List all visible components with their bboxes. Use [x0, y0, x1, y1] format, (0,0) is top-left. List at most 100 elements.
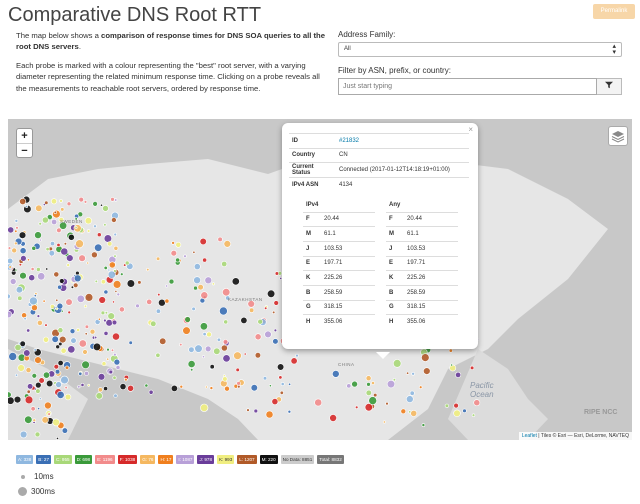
probe-marker[interactable] [200, 403, 209, 412]
probe-marker[interactable] [400, 408, 407, 415]
probe-marker[interactable] [33, 294, 37, 298]
probe-marker[interactable] [254, 352, 261, 359]
probe-marker[interactable] [20, 255, 27, 262]
probe-marker[interactable] [32, 418, 37, 423]
legend-item[interactable]: No Data: 8851 [280, 455, 315, 464]
probe-marker[interactable] [89, 328, 96, 335]
probe-marker[interactable] [193, 285, 198, 291]
probe-marker[interactable] [55, 381, 62, 388]
probe-marker[interactable] [45, 267, 49, 271]
probe-marker[interactable] [371, 381, 375, 385]
probe-marker[interactable] [150, 320, 157, 327]
legend-item[interactable]: C: 955 [54, 455, 72, 464]
probe-marker[interactable] [51, 219, 58, 226]
probe-marker[interactable] [45, 247, 50, 252]
probe-marker[interactable] [100, 279, 106, 285]
probe-marker[interactable] [250, 384, 258, 392]
probe-marker[interactable] [164, 298, 170, 304]
probe-marker[interactable] [183, 254, 187, 258]
probe-marker[interactable] [373, 393, 378, 398]
probe-marker[interactable] [114, 198, 118, 202]
probe-marker[interactable] [15, 286, 23, 294]
probe-marker[interactable] [148, 389, 154, 395]
probe-marker[interactable] [137, 280, 142, 285]
probe-marker[interactable] [144, 383, 149, 388]
probe-marker[interactable] [365, 375, 372, 382]
probe-marker[interactable] [386, 380, 396, 389]
probe-marker[interactable] [107, 268, 111, 272]
probe-marker[interactable] [116, 292, 121, 297]
probe-marker[interactable] [69, 328, 76, 334]
probe-marker[interactable] [113, 352, 117, 357]
probe-marker[interactable] [295, 353, 299, 358]
probe-marker[interactable] [64, 386, 68, 390]
probe-marker[interactable] [135, 303, 140, 309]
probe-marker[interactable] [73, 274, 82, 283]
probe-marker[interactable] [124, 377, 128, 382]
legend-item[interactable]: K: 993 [217, 455, 235, 464]
probe-marker[interactable] [182, 326, 191, 335]
probe-marker[interactable] [314, 398, 323, 407]
probe-marker[interactable] [112, 280, 122, 289]
probe-marker[interactable] [38, 221, 42, 226]
probe-marker[interactable] [192, 250, 196, 254]
probe-marker[interactable] [24, 395, 34, 405]
probe-marker[interactable] [47, 412, 51, 416]
probe-marker[interactable] [84, 370, 89, 376]
probe-marker[interactable] [280, 382, 285, 386]
probe-marker[interactable] [25, 367, 32, 373]
probe-marker[interactable] [27, 383, 34, 390]
probe-marker[interactable] [18, 231, 27, 239]
probe-marker[interactable] [42, 299, 46, 303]
probe-marker[interactable] [392, 378, 397, 382]
probe-marker[interactable] [84, 332, 88, 336]
probe-marker[interactable] [14, 241, 18, 246]
probe-marker[interactable] [119, 306, 125, 313]
probe-marker[interactable] [119, 383, 127, 390]
probe-marker[interactable] [103, 386, 108, 391]
probe-marker[interactable] [411, 372, 415, 376]
probe-marker[interactable] [49, 241, 55, 247]
probe-marker[interactable] [271, 398, 279, 405]
legend-item[interactable]: B: 27 [36, 455, 52, 464]
probe-marker[interactable] [187, 360, 196, 368]
probe-marker[interactable] [240, 316, 248, 324]
probe-marker[interactable] [44, 323, 48, 327]
probe-marker[interactable] [57, 360, 64, 367]
probe-marker[interactable] [44, 200, 49, 205]
probe-marker[interactable] [60, 247, 69, 256]
probe-marker[interactable] [108, 261, 116, 269]
probe-marker[interactable] [170, 250, 178, 257]
probe-marker[interactable] [272, 338, 279, 345]
probe-marker[interactable] [21, 312, 27, 319]
probe-marker[interactable] [51, 335, 59, 343]
probe-marker[interactable] [202, 257, 207, 263]
probe-marker[interactable] [36, 314, 41, 318]
probe-marker[interactable] [8, 310, 13, 319]
probe-marker[interactable] [206, 331, 212, 338]
probe-marker[interactable] [76, 294, 85, 303]
probe-marker[interactable] [34, 231, 42, 239]
probe-marker[interactable] [42, 216, 49, 224]
legend-item[interactable]: A: 338 [16, 455, 34, 464]
probe-marker[interactable] [222, 354, 231, 363]
probe-marker[interactable] [39, 397, 42, 401]
probe-marker[interactable] [19, 247, 27, 255]
probe-marker[interactable] [393, 359, 402, 368]
probe-marker[interactable] [8, 226, 15, 234]
probe-marker[interactable] [111, 217, 117, 223]
probe-marker[interactable] [19, 198, 27, 206]
probe-marker[interactable] [34, 356, 42, 364]
probe-marker[interactable] [175, 241, 182, 248]
probe-marker[interactable] [200, 291, 209, 300]
probe-marker[interactable] [268, 384, 272, 388]
probe-marker[interactable] [217, 236, 223, 242]
probe-marker[interactable] [156, 256, 161, 261]
probe-marker[interactable] [63, 242, 68, 246]
probe-marker[interactable] [197, 284, 204, 291]
probe-marker[interactable] [264, 330, 272, 339]
probe-marker[interactable] [277, 363, 285, 371]
legend-item[interactable]: H: 17 [158, 455, 174, 464]
probe-marker[interactable] [127, 384, 134, 392]
probe-marker[interactable] [216, 337, 221, 342]
